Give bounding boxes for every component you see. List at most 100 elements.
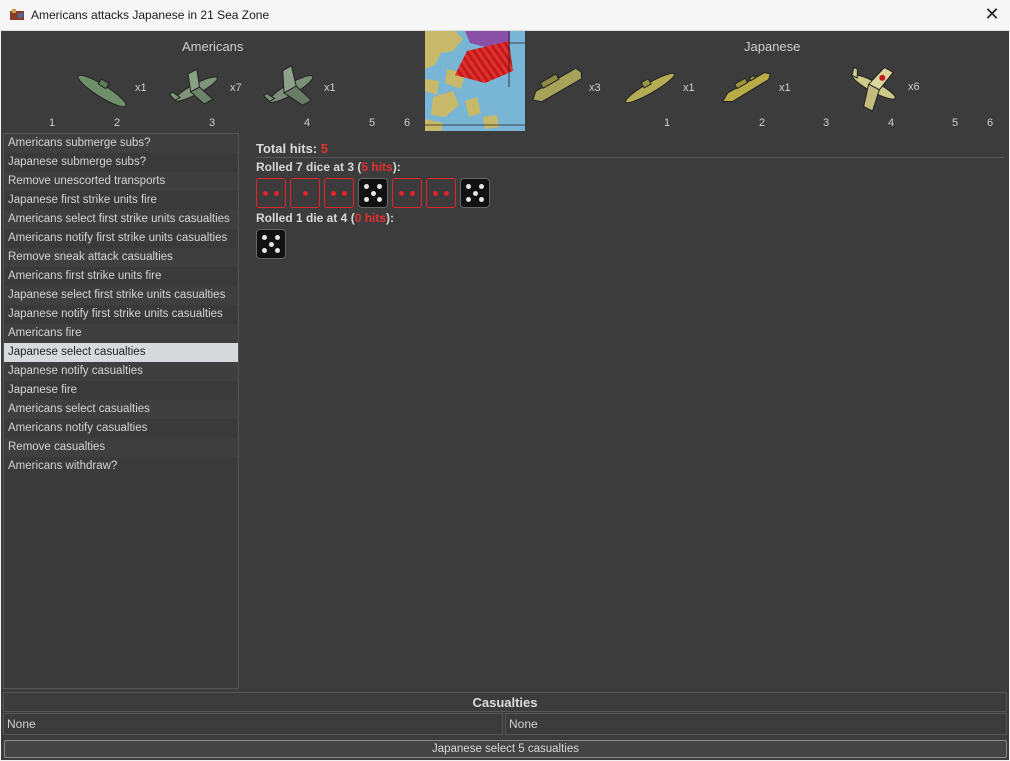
close-icon[interactable]: ✕ bbox=[980, 3, 1004, 27]
unit-count: x1 bbox=[135, 82, 147, 94]
die-pip bbox=[466, 196, 472, 202]
unit-count: x1 bbox=[779, 82, 791, 94]
unit-count: x7 bbox=[230, 82, 242, 94]
die-pip bbox=[364, 196, 370, 202]
attacker-casualties: None bbox=[3, 713, 503, 735]
destroyer-icon bbox=[721, 72, 771, 103]
total-hits: Total hits: 5 bbox=[256, 141, 1004, 158]
die-miss bbox=[256, 229, 286, 259]
battle-step-item[interactable]: Japanese submerge subs? bbox=[4, 153, 238, 172]
total-hits-label: Total hits: bbox=[256, 141, 318, 156]
unit-count: x6 bbox=[908, 81, 920, 93]
roll-suffix: ): bbox=[392, 160, 401, 174]
die-pip bbox=[398, 190, 404, 196]
attacker-die-label: 4 bbox=[304, 117, 311, 129]
attacker-unit-bomber: x1 bbox=[261, 63, 336, 118]
die-pip bbox=[370, 190, 376, 196]
die-pip bbox=[330, 190, 336, 196]
transport-icon bbox=[532, 67, 583, 103]
roll-hits: 0 hits bbox=[354, 211, 387, 225]
die-hit bbox=[290, 178, 320, 208]
battle-step-item[interactable]: Americans select casualties bbox=[4, 400, 238, 419]
unit-count: x1 bbox=[324, 82, 336, 94]
territory-map-view bbox=[425, 31, 525, 131]
die-pip bbox=[274, 247, 280, 253]
casualties-panel: Casualties None None bbox=[3, 692, 1007, 737]
die-pip bbox=[262, 190, 268, 196]
battle-step-item[interactable]: Japanese notify first strike units casua… bbox=[4, 305, 238, 324]
defender-die-label: 4 bbox=[888, 117, 895, 129]
fighter-icon bbox=[168, 68, 218, 105]
battle-steps-list[interactable]: Americans submerge subs? Japanese submerg… bbox=[3, 133, 239, 689]
battle-step-item[interactable]: Japanese select first strike units casua… bbox=[4, 286, 238, 305]
dice-row bbox=[256, 229, 1004, 260]
defender-casualties: None bbox=[505, 713, 1007, 735]
die-pip bbox=[262, 247, 268, 253]
battle-step-item[interactable]: Americans notify casualties bbox=[4, 419, 238, 438]
defender-die-label: 5 bbox=[952, 117, 959, 129]
battle-step-item[interactable]: Japanese fire bbox=[4, 381, 238, 400]
dice-rolls: Rolled 7 dice at 3 (5 hits): Rolled 1 die… bbox=[256, 160, 1004, 260]
battle-window: Americans x1 x7 x1 1 2 3 4 5 6 Japanese … bbox=[1, 31, 1009, 760]
title-bar: Americans attacks Japanese in 21 Sea Zon… bbox=[0, 0, 1010, 31]
attacker-die-label: 6 bbox=[404, 117, 411, 129]
die-pip bbox=[410, 190, 416, 196]
game-app-icon bbox=[10, 9, 24, 20]
attacker-unit-submarine: x1 bbox=[71, 66, 147, 119]
defender-unit-fighter: x6 bbox=[844, 59, 920, 118]
die-hit bbox=[392, 178, 422, 208]
battle-step-item[interactable]: Japanese select casualties bbox=[4, 343, 238, 362]
battle-step-item[interactable]: Americans notify first strike units casu… bbox=[4, 229, 238, 248]
defender-die-label: 6 bbox=[987, 117, 994, 129]
battle-step-item[interactable]: Japanese first strike units fire bbox=[4, 191, 238, 210]
attacker-die-label: 5 bbox=[369, 117, 376, 129]
die-pip bbox=[478, 184, 484, 190]
attacker-die-label: 3 bbox=[209, 117, 216, 129]
defender-unit-destroyer: x1 bbox=[716, 64, 791, 115]
battle-step-item[interactable]: Remove sneak attack casualties bbox=[4, 248, 238, 267]
die-pip bbox=[444, 190, 450, 196]
battle-step-item[interactable]: Americans withdraw? bbox=[4, 457, 238, 476]
attacker-name: Americans bbox=[182, 39, 244, 54]
roll-summary: Rolled 1 die at 4 (0 hits): bbox=[256, 211, 1004, 225]
roll-hits: 5 hits bbox=[361, 160, 393, 174]
die-pip bbox=[376, 196, 382, 202]
battle-step-item[interactable]: Americans first strike units fire bbox=[4, 267, 238, 286]
attacker-die-label: 1 bbox=[49, 117, 56, 129]
battle-step-item[interactable]: Remove unescorted transports bbox=[4, 172, 238, 191]
window-title: Americans attacks Japanese in 21 Sea Zon… bbox=[31, 8, 270, 22]
defender-unit-transport: x3 bbox=[526, 61, 601, 114]
die-pip bbox=[262, 235, 268, 241]
defender-name: Japanese bbox=[744, 39, 801, 54]
select-casualties-button[interactable]: Japanese select 5 casualties bbox=[4, 740, 1007, 758]
roll-summary: Rolled 7 dice at 3 (5 hits): bbox=[256, 160, 1004, 174]
die-hit bbox=[324, 178, 354, 208]
battle-step-item[interactable]: Remove casualties bbox=[4, 438, 238, 457]
dice-row bbox=[256, 178, 1004, 209]
roll-prefix: Rolled 7 dice at 3 ( bbox=[256, 160, 362, 174]
die-hit bbox=[426, 178, 456, 208]
battle-step-item[interactable]: Americans fire bbox=[4, 324, 238, 343]
dice-results-panel: Total hits: 5 Rolled 7 dice at 3 (5 hits… bbox=[256, 141, 1004, 260]
fighter-icon bbox=[851, 66, 896, 112]
die-pip bbox=[432, 190, 438, 196]
battle-step-item[interactable]: Japanese notify casualties bbox=[4, 362, 238, 381]
battle-step-item[interactable]: Americans select first strike units casu… bbox=[4, 210, 238, 229]
die-miss bbox=[460, 178, 490, 208]
defender-die-label: 3 bbox=[823, 117, 830, 129]
unit-count: x3 bbox=[589, 82, 601, 94]
submarine-icon bbox=[625, 72, 675, 104]
die-pip bbox=[268, 241, 274, 247]
die-pip bbox=[274, 190, 280, 196]
casualties-title: Casualties bbox=[3, 692, 1007, 712]
defender-die-label: 2 bbox=[759, 117, 766, 129]
die-pip bbox=[364, 184, 370, 190]
battle-step-item[interactable]: Americans submerge subs? bbox=[4, 134, 238, 153]
die-pip bbox=[342, 190, 348, 196]
total-hits-value: 5 bbox=[320, 141, 328, 156]
die-pip bbox=[472, 190, 478, 196]
unit-count: x1 bbox=[683, 82, 695, 94]
die-pip bbox=[302, 190, 308, 196]
die-pip bbox=[274, 235, 280, 241]
attacker-unit-fighter: x7 bbox=[166, 64, 242, 117]
